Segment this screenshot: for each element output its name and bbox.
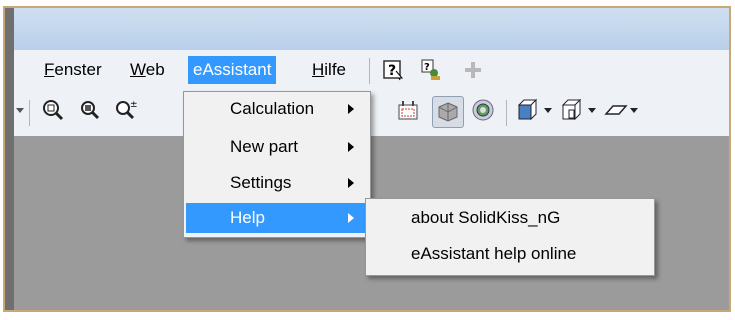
view-cube-front-icon[interactable] — [516, 98, 540, 122]
menu-fenster[interactable]: Fenster — [39, 56, 107, 84]
zoom-in-out-icon[interactable]: ± — [114, 98, 138, 122]
menu-fenster-label: enster — [54, 60, 102, 79]
dropdown-arrow-icon[interactable] — [586, 98, 598, 122]
menu-hilfe[interactable]: Hilfe — [307, 56, 351, 84]
menu-web[interactable]: Web — [125, 56, 170, 84]
menu-item-label: New part — [230, 137, 299, 156]
title-bar — [14, 8, 729, 50]
calendar-render-icon[interactable] — [396, 98, 420, 122]
toolbar-dropdown-arrow-icon[interactable] — [14, 98, 26, 122]
help-submenu: about SolidKiss_nG eAssistant help onlin… — [365, 198, 655, 276]
svg-text:?: ? — [388, 63, 396, 79]
window-left-edge — [5, 8, 14, 310]
menu-web-mnemonic: W — [130, 60, 146, 79]
menu-item-settings[interactable]: Settings — [186, 168, 368, 198]
view-cube-wire-icon[interactable] — [560, 98, 584, 122]
menu-item-label: Calculation — [230, 99, 315, 118]
add-icon[interactable] — [461, 58, 485, 82]
menubar-separator — [369, 58, 370, 84]
help-topics-icon[interactable]: ? — [419, 58, 443, 82]
context-help-icon[interactable]: ? — [381, 58, 405, 82]
menu-item-help-online[interactable]: eAssistant help online — [368, 239, 652, 269]
eassistant-dropdown-menu: Calculation New part Settings Help — [183, 91, 371, 238]
plane-icon[interactable] — [604, 98, 628, 122]
menu-bar: Fenster Web eAssistant Hilfe ? ? — [14, 50, 729, 91]
render-view-icon[interactable] — [471, 98, 495, 122]
submenu-arrow-icon — [348, 178, 354, 188]
menu-item-label: Help — [230, 208, 265, 227]
submenu-arrow-icon — [348, 104, 354, 114]
svg-text:±: ± — [130, 100, 138, 110]
menu-eassistant[interactable]: eAssistant — [188, 56, 277, 84]
dropdown-arrow-icon[interactable] — [628, 98, 640, 122]
toolbar-separator — [506, 100, 507, 126]
menu-item-help[interactable]: Help — [186, 203, 368, 233]
menu-hilfe-mnemonic: H — [312, 60, 325, 79]
toolbar: ± — [14, 90, 729, 137]
menu-item-about[interactable]: about SolidKiss_nG — [368, 203, 652, 233]
menu-item-label: eAssistant help online — [411, 244, 577, 263]
menu-item-label: about SolidKiss_nG — [411, 208, 561, 227]
menu-item-label: Settings — [230, 173, 292, 192]
svg-text:?: ? — [424, 62, 430, 73]
zoom-icon[interactable] — [78, 98, 102, 122]
menu-web-label: eb — [145, 60, 165, 79]
shaded-view-icon[interactable] — [432, 96, 464, 128]
submenu-arrow-icon — [348, 142, 354, 152]
menu-fenster-mnemonic: F — [44, 60, 55, 79]
toolbar-separator — [29, 100, 30, 126]
menu-eassistant-label: eAssistant — [193, 60, 272, 79]
submenu-arrow-icon — [348, 213, 354, 223]
zoom-window-icon[interactable] — [41, 98, 65, 122]
menu-item-calculation[interactable]: Calculation — [186, 94, 368, 124]
menu-hilfe-label: ilfe — [324, 60, 347, 79]
dropdown-arrow-icon[interactable] — [542, 98, 554, 122]
menu-item-new-part[interactable]: New part — [186, 132, 368, 162]
